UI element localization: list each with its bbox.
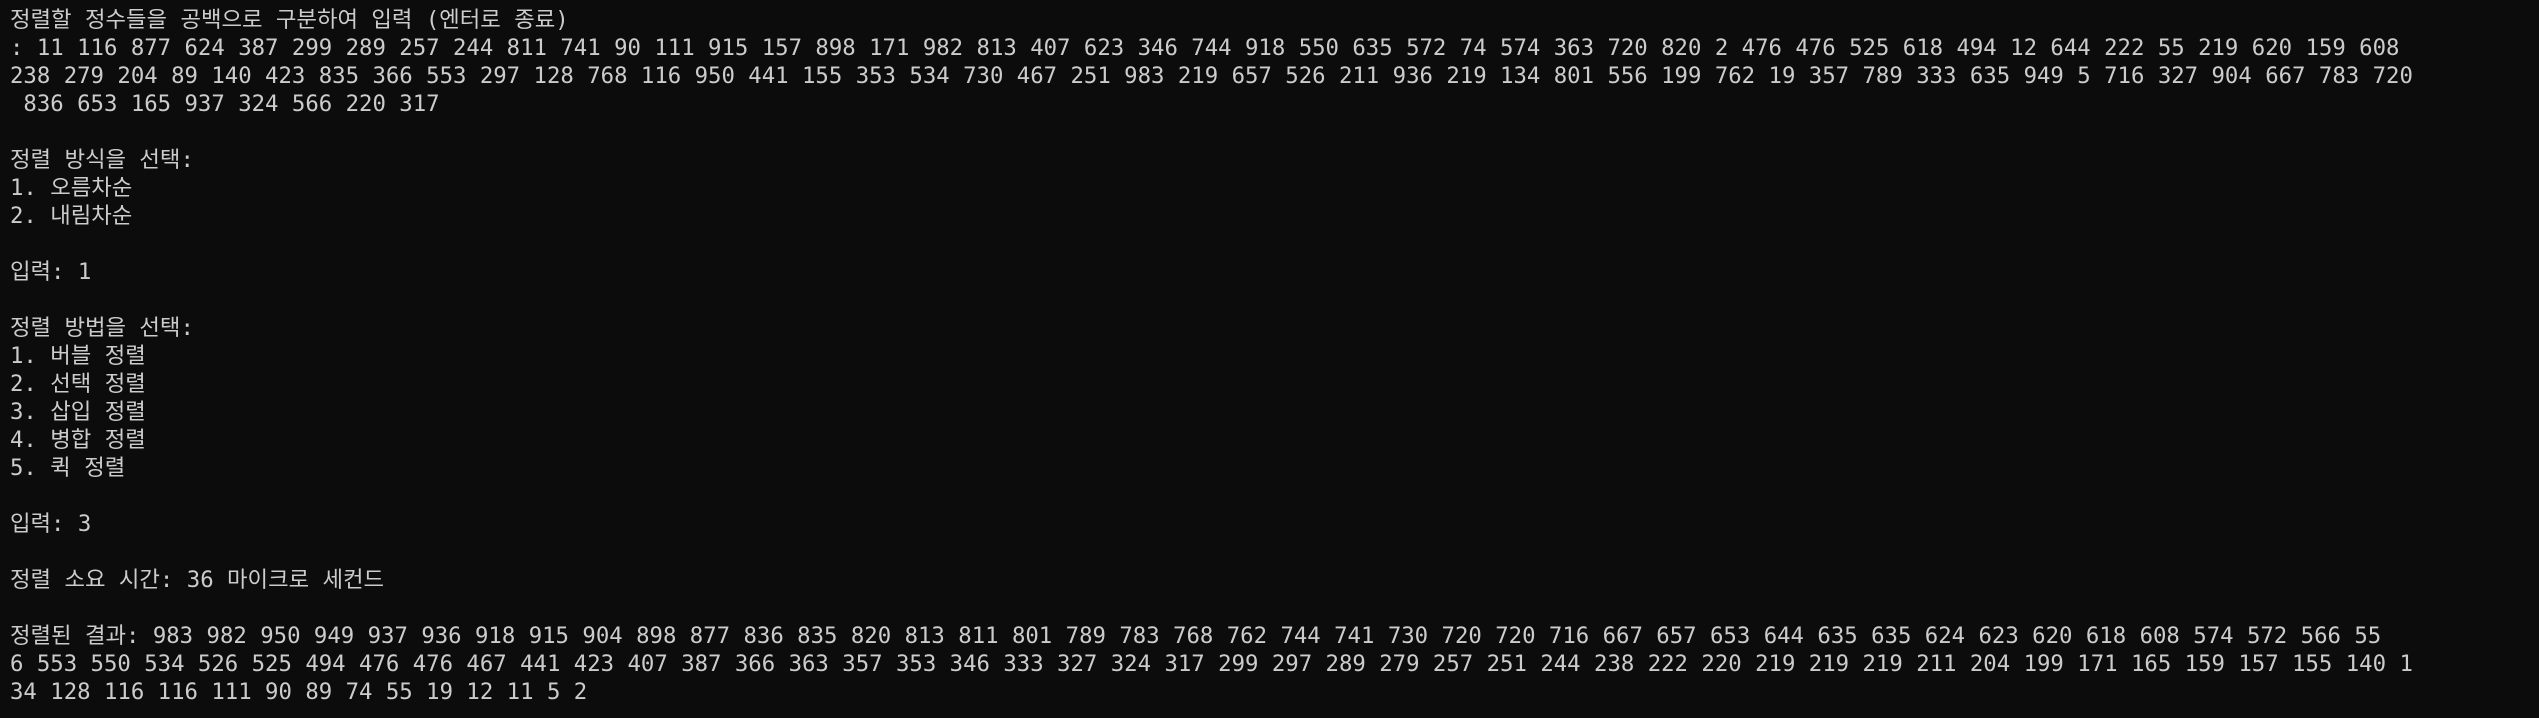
prompt-input-numbers: 정렬할 정수들을 공백으로 구분하여 입력 (엔터로 종료) [10,7,569,33]
input-numbers-line-2: 238 279 204 89 140 423 835 366 553 297 1… [10,63,2413,89]
input-sort-order: 입력: 1 [10,259,92,285]
prompt-sort-method: 정렬 방법을 선택: [10,315,194,341]
sorted-result-line-1: 정렬된 결과: 983 982 950 949 937 936 918 915 … [10,623,2382,649]
option-bubble-sort: 1. 버블 정렬 [10,343,146,369]
console-output: 정렬할 정수들을 공백으로 구분하여 입력 (엔터로 종료) : 11 116 … [10,6,2535,706]
input-numbers-line-1: : 11 116 877 624 387 299 289 257 244 811… [10,35,2400,61]
option-insertion-sort: 3. 삽입 정렬 [10,399,146,425]
option-ascending: 1. 오름차순 [10,175,133,201]
option-selection-sort: 2. 선택 정렬 [10,371,146,397]
input-sort-method: 입력: 3 [10,511,92,537]
prompt-sort-order: 정렬 방식을 선택: [10,147,194,173]
sorted-result-line-3: 34 128 116 116 111 90 89 74 55 19 12 11 … [10,679,588,705]
option-merge-sort: 4. 병합 정렬 [10,427,146,453]
option-quick-sort: 5. 퀵 정렬 [10,455,126,481]
sorted-result-line-2: 6 553 550 534 526 525 494 476 476 467 44… [10,651,2413,677]
input-numbers-line-3: 836 653 165 937 324 566 220 317 [10,91,440,117]
option-descending: 2. 내림차순 [10,203,133,229]
elapsed-time: 정렬 소요 시간: 36 마이크로 세컨드 [10,567,385,593]
